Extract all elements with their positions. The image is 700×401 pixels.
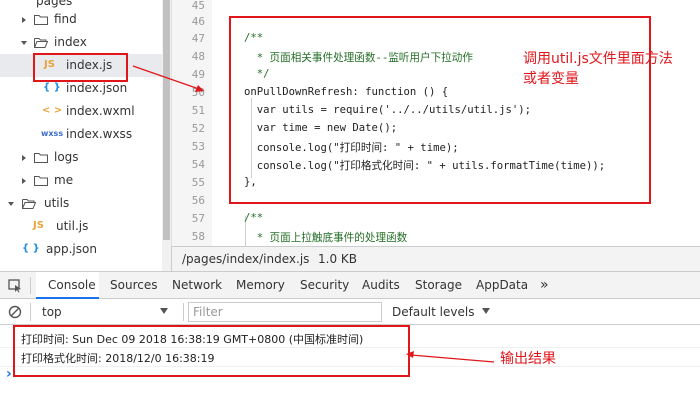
tab-security[interactable]: Security <box>300 272 349 299</box>
tab-appdata[interactable]: AppData <box>476 272 528 299</box>
log-levels-dropdown[interactable]: Default levels <box>386 301 496 322</box>
filter-input[interactable]: Filter <box>188 302 382 322</box>
console-prompt[interactable]: › <box>6 366 12 382</box>
annotation-box-code <box>229 16 651 204</box>
folder-icon <box>34 153 48 163</box>
tree-item-util-js[interactable]: JS util.js <box>0 215 163 238</box>
tab-console[interactable]: Console <box>36 272 99 299</box>
log-levels-label: Default levels <box>392 305 475 319</box>
line-number: 57 <box>191 212 205 225</box>
folder-open-icon <box>22 199 36 209</box>
tree-item-label: find <box>54 12 77 26</box>
tree-item-label: logs <box>54 150 79 164</box>
tab-memory[interactable]: Memory <box>236 272 285 299</box>
tree-item-utils[interactable]: utils <box>0 192 163 215</box>
tree-scrollbar-thumb[interactable] <box>163 0 170 240</box>
tree-item-label: utils <box>44 196 70 210</box>
context-selector[interactable]: top <box>36 301 176 322</box>
tree-item-label: index.wxss <box>66 127 133 141</box>
tree-item-index[interactable]: index <box>0 31 163 54</box>
chevron-right-icon[interactable] <box>20 16 28 24</box>
toolbar-divider <box>30 277 31 294</box>
wxml-file-icon: < > <box>42 105 63 116</box>
tree-item-label: util.js <box>56 219 89 233</box>
tree-item-index-wxml[interactable]: < > index.wxml <box>0 100 163 123</box>
dropdown-arrow-icon <box>482 308 490 314</box>
dropdown-arrow-icon <box>160 308 168 314</box>
line-number: 54 <box>191 158 205 171</box>
devtools-tab-bar: Console Sources Network Memory Security … <box>0 271 700 299</box>
console-toolbar: top Filter Default levels <box>0 299 700 325</box>
line-number: 49 <box>191 68 205 81</box>
line-number: 56 <box>191 194 205 207</box>
code-line: /** <box>244 212 264 224</box>
tree-item-label: me <box>54 173 74 187</box>
wxss-file-icon: wxss <box>41 129 64 138</box>
filter-placeholder: Filter <box>193 305 223 319</box>
context-value: top <box>42 305 62 319</box>
line-number: 46 <box>191 15 205 28</box>
tree-item-me[interactable]: me <box>0 169 163 192</box>
tree-item-label: index <box>54 35 87 49</box>
clear-console-icon[interactable] <box>8 305 22 319</box>
inspect-element-icon[interactable] <box>8 279 22 293</box>
annotation-box-output <box>13 325 410 377</box>
tree-item-find[interactable]: find <box>0 8 163 31</box>
file-path: /pages/index/index.js <box>182 252 310 266</box>
folder-icon <box>34 176 48 186</box>
more-tabs-button[interactable]: » <box>540 272 549 299</box>
toolbar-divider <box>183 303 184 321</box>
annotation-box-index-js <box>33 53 128 82</box>
tree-item-index-wxss[interactable]: wxss index.wxss <box>0 123 163 146</box>
file-tree: pages find index JS index.js { } index.j… <box>0 0 163 271</box>
json-file-icon: { } <box>22 243 40 254</box>
chevron-down-icon[interactable] <box>7 200 15 208</box>
tab-storage[interactable]: Storage <box>415 272 462 299</box>
chevron-right-icon[interactable] <box>20 177 28 185</box>
line-number: 47 <box>191 32 205 45</box>
line-number: 53 <box>191 140 205 153</box>
folder-icon <box>34 15 48 25</box>
json-file-icon: { } <box>43 82 61 93</box>
tab-sources[interactable]: Sources <box>110 272 157 299</box>
tree-item-logs[interactable]: logs <box>0 146 163 169</box>
tree-item-label: index.wxml <box>66 104 135 118</box>
tab-network[interactable]: Network <box>172 272 222 299</box>
tree-item-label: index.json <box>66 81 128 95</box>
editor-status-bar: /pages/index/index.js 1.0 KB <box>171 246 700 271</box>
line-number: 58 <box>191 230 205 243</box>
annotation-note-line: 或者变量 <box>523 71 579 87</box>
tree-item-app-json[interactable]: { } app.json <box>0 238 163 261</box>
line-number: 45 <box>191 0 205 12</box>
line-number: 55 <box>191 176 205 189</box>
chevron-down-icon[interactable] <box>20 39 28 47</box>
line-number: 52 <box>191 122 205 135</box>
code-line: * 页面上拉触底事件的处理函数 <box>244 232 408 244</box>
js-file-icon: JS <box>33 220 44 231</box>
file-size: 1.0 KB <box>318 252 357 266</box>
annotation-note-line: 调用util.js文件里面方法 <box>523 51 673 67</box>
line-number: 48 <box>191 50 205 63</box>
line-number: 50 <box>191 86 205 99</box>
line-number: 51 <box>191 104 205 117</box>
folder-open-icon <box>34 38 48 48</box>
tree-item-label: app.json <box>46 242 97 256</box>
tab-audits[interactable]: Audits <box>362 272 400 299</box>
toolbar-divider <box>30 303 31 321</box>
chevron-right-icon[interactable] <box>20 154 28 162</box>
annotation-note-output: 输出结果 <box>500 351 556 367</box>
